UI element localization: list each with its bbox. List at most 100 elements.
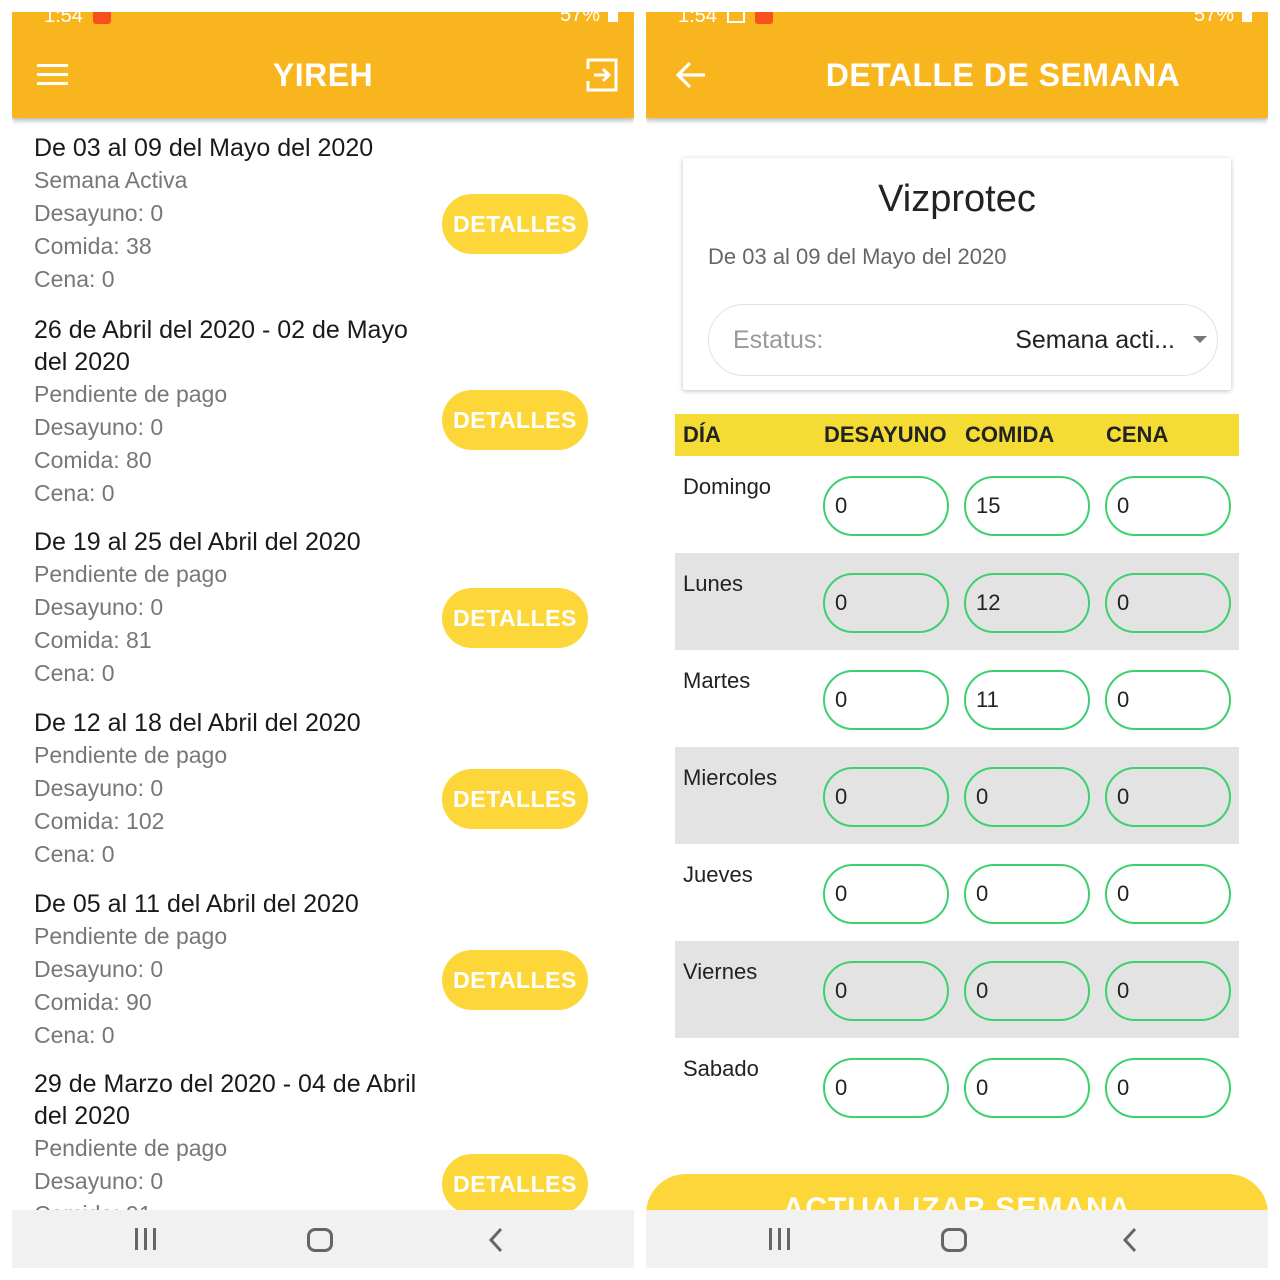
details-button[interactable]: DETALLES: [442, 769, 588, 829]
image-icon: [726, 12, 745, 23]
table-row: Martes 0 11 0: [675, 650, 1239, 747]
app-bar: DETALLE DE SEMANA: [646, 32, 1268, 118]
week-item: De 19 al 25 del Abril del 2020 Pendiente…: [12, 526, 634, 690]
week-range: De 12 al 18 del Abril del 2020: [34, 709, 361, 737]
table-row: Sabado 0 0 0: [675, 1038, 1239, 1135]
nav-recent-icon[interactable]: [766, 1226, 796, 1254]
comida-input[interactable]: 11: [964, 670, 1090, 730]
week-list-screen: 1:54 57% YIREH De 03 al 09 del Mayo del …: [12, 12, 634, 1268]
week-status: Semana Activa: [34, 167, 188, 193]
table-row: Domingo 0 15 0: [675, 456, 1239, 553]
comida-input[interactable]: 0: [964, 961, 1090, 1021]
nav-home-icon[interactable]: [307, 1228, 333, 1252]
caret-down-icon: [1193, 336, 1207, 343]
day-label: Sabado: [683, 1056, 759, 1081]
cena-input[interactable]: 0: [1105, 767, 1231, 827]
week-status: Pendiente de pago: [34, 742, 228, 768]
status-label: Estatus:: [733, 326, 824, 354]
comida-input[interactable]: 0: [964, 864, 1090, 924]
day-label: Jueves: [683, 862, 753, 887]
desayuno-input[interactable]: 0: [823, 670, 949, 730]
cena-input[interactable]: 0: [1105, 573, 1231, 633]
details-button[interactable]: DETALLES: [442, 194, 588, 254]
battery-icon: [608, 12, 618, 22]
table-row: Miercoles 0 0 0: [675, 747, 1239, 844]
week-summary-card: Vizprotec De 03 al 09 del Mayo del 2020 …: [683, 158, 1231, 390]
app-bar: YIREH: [12, 32, 634, 118]
desayuno-input[interactable]: 0: [823, 961, 949, 1021]
week-status: Pendiente de pago: [34, 923, 228, 949]
comida-input[interactable]: 0: [964, 1058, 1090, 1118]
status-bar: 1:54 57%: [646, 12, 1268, 32]
cena-input[interactable]: 0: [1105, 476, 1231, 536]
exit-icon[interactable]: [584, 57, 620, 93]
back-icon[interactable]: [674, 57, 710, 93]
app-title: DETALLE DE SEMANA: [825, 57, 1181, 93]
nav-home-icon[interactable]: [941, 1228, 967, 1252]
table-header: DÍA DESAYUNO COMIDA CENA: [675, 414, 1239, 456]
battery-icon: [1242, 12, 1252, 22]
comida-input[interactable]: 0: [964, 767, 1090, 827]
desayuno-input[interactable]: 0: [823, 573, 949, 633]
table-row: Viernes 0 0 0: [675, 941, 1239, 1038]
details-button[interactable]: DETALLES: [442, 1154, 588, 1210]
cena-input[interactable]: 0: [1105, 1058, 1231, 1118]
cena-input[interactable]: 0: [1105, 961, 1231, 1021]
day-label: Viernes: [683, 959, 758, 984]
week-detail-screen: 1:54 57% DETALLE DE SEMANA Vizprotec De …: [646, 12, 1268, 1268]
notification-icon: [754, 12, 773, 24]
day-label: Miercoles: [683, 765, 778, 790]
header-comida: COMIDA: [965, 422, 1055, 447]
week-range: 26 de Abril del 2020 - 02 de Mayo del 20…: [34, 316, 408, 376]
week-status: Pendiente de pago: [34, 561, 228, 587]
week-range: De 05 al 11 del Abril del 2020: [34, 890, 359, 918]
table-row: Jueves 0 0 0: [675, 844, 1239, 941]
week-cena: Cena: 0: [34, 1022, 115, 1048]
status-time: 1:54: [678, 12, 717, 27]
status-time: 1:54: [44, 12, 83, 27]
status-battery: 57%: [1193, 12, 1234, 26]
details-button[interactable]: DETALLES: [442, 588, 588, 648]
cena-input[interactable]: 0: [1105, 864, 1231, 924]
week-item: De 05 al 11 del Abril del 2020 Pendiente…: [12, 888, 634, 1052]
status-value: Semana acti...: [1015, 326, 1175, 354]
desayuno-input[interactable]: 0: [823, 476, 949, 536]
week-cena: Cena: 0: [34, 841, 115, 867]
week-item: 29 de Marzo del 2020 - 04 de Abril del 2…: [12, 1068, 634, 1210]
header-desayuno: DESAYUNO: [824, 422, 947, 447]
status-bar: 1:54 57%: [12, 12, 634, 32]
desayuno-input[interactable]: 0: [823, 1058, 949, 1118]
system-nav-bar: [646, 1210, 1268, 1268]
week-range: 29 de Marzo del 2020 - 04 de Abril del 2…: [34, 1070, 417, 1130]
nav-recent-icon[interactable]: [132, 1226, 162, 1254]
status-select[interactable]: Estatus: Semana acti...: [708, 304, 1218, 376]
week-range: De 19 al 25 del Abril del 2020: [34, 528, 361, 556]
desayuno-input[interactable]: 0: [823, 767, 949, 827]
week-cena: Cena: 0: [34, 660, 115, 686]
cena-input[interactable]: 0: [1105, 670, 1231, 730]
comida-input[interactable]: 12: [964, 573, 1090, 633]
system-nav-bar: [12, 1210, 634, 1268]
header-cena: CENA: [1106, 422, 1169, 447]
company-name: Vizprotec: [878, 178, 1036, 220]
desayuno-input[interactable]: 0: [823, 864, 949, 924]
menu-icon[interactable]: [35, 57, 71, 93]
notification-icon: [92, 12, 111, 24]
meals-table: DÍA DESAYUNO COMIDA CENA Domingo 0 15 0 …: [675, 414, 1239, 1135]
details-button[interactable]: DETALLES: [442, 390, 588, 450]
week-cena: Cena: 0: [34, 480, 115, 506]
comida-input[interactable]: 15: [964, 476, 1090, 536]
header-day: DÍA: [683, 422, 721, 447]
week-item: 26 de Abril del 2020 - 02 de Mayo del 20…: [12, 314, 634, 510]
nav-back-icon[interactable]: [1116, 1226, 1146, 1254]
nav-back-icon[interactable]: [482, 1226, 512, 1254]
week-item: De 03 al 09 del Mayo del 2020 Semana Act…: [12, 132, 634, 296]
week-range: De 03 al 09 del Mayo del 2020: [34, 134, 374, 162]
day-label: Lunes: [683, 571, 743, 596]
day-label: Domingo: [683, 474, 772, 499]
week-list: De 03 al 09 del Mayo del 2020 Semana Act…: [12, 118, 634, 1210]
app-title: YIREH: [272, 57, 374, 93]
week-cena: Cena: 0: [34, 266, 115, 292]
week-range: De 03 al 09 del Mayo del 2020: [708, 244, 1007, 269]
details-button[interactable]: DETALLES: [442, 950, 588, 1010]
